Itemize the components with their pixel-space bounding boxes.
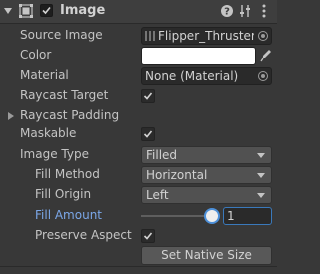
image-type-dropdown[interactable]: Filled: [141, 146, 272, 164]
object-picker-icon[interactable]: [258, 31, 268, 41]
eyedropper-icon[interactable]: [260, 49, 272, 63]
preserve-aspect-label: Preserve Aspect: [35, 228, 132, 242]
fill-method-value: Horizontal: [146, 168, 208, 182]
raycast-target-checkbox[interactable]: [141, 89, 155, 103]
fill-method-label: Fill Method: [35, 167, 100, 181]
image-type-label: Image Type: [20, 147, 89, 161]
source-image-value: Flipper_Thruster_I: [158, 29, 254, 43]
fill-amount-input[interactable]: 1: [223, 207, 272, 225]
color-label: Color: [20, 48, 52, 62]
raycast-padding-row[interactable]: Raycast Padding: [0, 106, 277, 126]
image-component-icon: [19, 4, 33, 18]
chevron-down-icon: [257, 193, 265, 198]
help-icon[interactable]: ?: [219, 3, 235, 19]
fill-amount-row: Fill Amount 1: [0, 206, 277, 226]
fill-amount-slider-track[interactable]: [141, 215, 214, 217]
chevron-down-icon: [257, 173, 265, 178]
raycast-padding-label[interactable]: Raycast Padding: [20, 108, 119, 122]
set-native-size-row: Set Native Size: [0, 245, 277, 265]
fill-amount-value: 1: [227, 209, 235, 223]
fill-amount-label[interactable]: Fill Amount: [35, 208, 102, 222]
color-row: Color: [0, 46, 277, 66]
material-row: Material None (Material): [0, 66, 277, 86]
image-type-value: Filled: [146, 148, 178, 162]
preserve-aspect-row: Preserve Aspect: [0, 226, 277, 246]
fill-amount-slider-thumb[interactable]: [206, 210, 218, 222]
material-value: None (Material): [145, 69, 239, 83]
chevron-down-icon: [257, 153, 265, 158]
presets-icon[interactable]: [237, 3, 253, 19]
object-picker-icon[interactable]: [258, 71, 268, 81]
component-title: Image: [60, 3, 106, 18]
material-label: Material: [20, 68, 69, 82]
set-native-size-button[interactable]: Set Native Size: [141, 246, 272, 265]
maskable-row: Maskable: [0, 124, 277, 144]
fill-method-dropdown[interactable]: Horizontal: [141, 166, 272, 184]
raycast-target-row: Raycast Target: [0, 86, 277, 106]
sprite-icon: [145, 31, 155, 41]
maskable-checkbox[interactable]: [141, 127, 155, 141]
fill-origin-value: Left: [146, 188, 169, 202]
svg-text:?: ?: [224, 7, 230, 18]
fill-method-row: Fill Method Horizontal: [0, 165, 277, 185]
maskable-label: Maskable: [20, 126, 77, 140]
fill-origin-label: Fill Origin: [35, 187, 92, 201]
source-image-row: Source Image Flipper_Thruster_I: [0, 26, 277, 46]
foldout-arrow-icon[interactable]: [8, 112, 14, 120]
material-field[interactable]: None (Material): [141, 67, 272, 85]
raycast-target-label: Raycast Target: [20, 88, 109, 102]
divider: [0, 266, 277, 267]
fill-origin-row: Fill Origin Left: [0, 185, 277, 205]
fill-origin-dropdown[interactable]: Left: [141, 186, 272, 204]
more-options-icon[interactable]: [256, 3, 272, 19]
foldout-arrow-icon[interactable]: [4, 8, 12, 14]
source-image-label: Source Image: [20, 28, 103, 42]
source-image-field[interactable]: Flipper_Thruster_I: [141, 27, 272, 45]
component-header: Image ?: [0, 0, 277, 24]
preserve-aspect-checkbox[interactable]: [141, 229, 155, 243]
color-swatch[interactable]: [141, 47, 256, 65]
component-enabled-checkbox[interactable]: [40, 4, 53, 17]
image-type-row: Image Type Filled: [0, 145, 277, 165]
